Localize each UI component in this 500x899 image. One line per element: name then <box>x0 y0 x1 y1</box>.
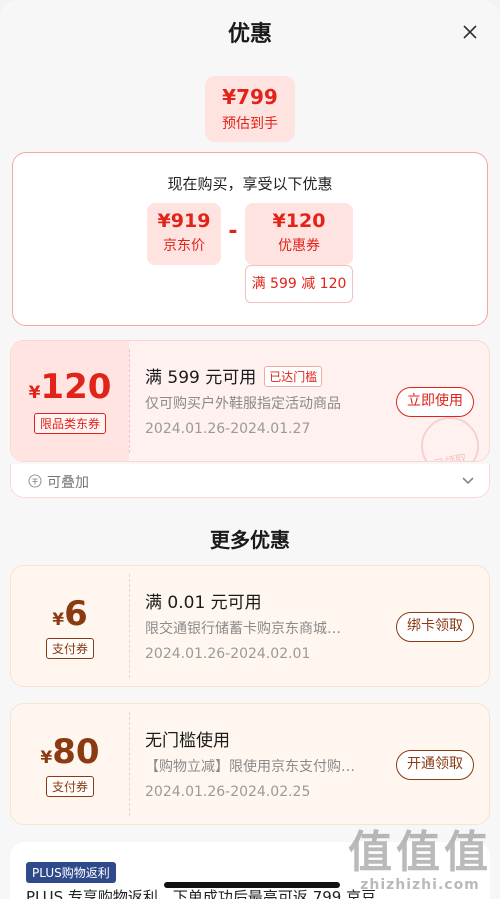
bind-card-claim-button[interactable]: 绑卡领取 <box>396 612 474 642</box>
more-offers-title: 更多优惠 <box>210 528 290 552</box>
coupon-title: 满 599 元可用 已达门槛 <box>145 363 323 388</box>
coupon-type-badge: 限品类东券 <box>33 413 107 434</box>
coupon-divider <box>129 349 130 453</box>
sheet-title: 优惠 <box>227 22 272 47</box>
currency-symbol: ¥ <box>28 383 41 403</box>
home-indicator[interactable] <box>164 882 340 888</box>
price-breakdown: 现在购买，享受以下优惠 ¥919 京东价 - ¥120 优惠券 满 599 减 … <box>12 152 488 326</box>
coupon-description: 【购物立减】限使用京东支付购… <box>145 759 355 775</box>
stack-info-icon <box>28 474 42 488</box>
coupon-amount-panel: ¥120 限品类东券 <box>11 341 129 461</box>
coupon-chip: ¥120 优惠券 <box>245 203 353 265</box>
currency-symbol: ¥ <box>52 610 65 630</box>
plus-rebate-badge: PLUS购物返利 <box>26 862 116 883</box>
claimed-stamp: 已领取 <box>421 417 479 462</box>
coupon-divider <box>129 712 130 816</box>
coupon-validity: 2024.01.26-2024.01.27 <box>145 421 311 437</box>
coupon-card-120: ¥120 限品类东券 满 599 元可用 已达门槛 仅可购买户外鞋服指定活动商品 … <box>10 340 490 462</box>
coupon-validity: 2024.01.26-2024.02.25 <box>145 784 311 800</box>
estimated-price-label: 预估到手 <box>222 116 278 132</box>
coupon-sheet: 优惠 ¥799 预估到手 现在购买，享受以下优惠 ¥919 京东价 - ¥120… <box>0 0 500 899</box>
sheet-header: 优惠 <box>0 0 500 64</box>
estimated-price-pill: ¥799 预估到手 <box>205 76 295 142</box>
coupon-description: 限交通银行储蓄卡购京东商城… <box>145 621 341 637</box>
threshold-tag: 满 599 减 120 <box>245 265 353 303</box>
coupon-title: 满 0.01 元可用 <box>145 593 262 613</box>
coupon-description: 仅可购买户外鞋服指定活动商品 <box>145 396 341 412</box>
watermark-logo: 值值值 <box>348 827 492 878</box>
close-button[interactable] <box>460 22 480 42</box>
coupon-type-badge: 支付券 <box>45 638 95 659</box>
site-watermark: 值值值 zhizhizhi.com <box>348 827 492 894</box>
coupon-amount-value: 120 <box>40 367 112 407</box>
claimed-stamp-text: 已领取 <box>432 451 468 462</box>
coupon-card-6: ¥6 支付券 满 0.01 元可用 限交通银行储蓄卡购京东商城… 2024.01… <box>10 565 490 687</box>
watermark-url: zhizhizhi.com <box>360 877 480 893</box>
coupon-chip-value: ¥120 <box>272 210 326 232</box>
coupon-type-badge: 支付券 <box>45 776 95 797</box>
stackable-row[interactable]: 可叠加 <box>10 464 490 498</box>
currency-symbol: ¥ <box>40 748 53 768</box>
coupon-title-text: 满 599 元可用 <box>145 368 257 388</box>
coupon-amount-value: 6 <box>64 594 88 634</box>
breakdown-headline: 现在购买，享受以下优惠 <box>167 175 333 193</box>
coupon-validity: 2024.01.26-2024.02.01 <box>145 646 311 662</box>
coupon-amount: ¥80 <box>11 732 129 772</box>
coupon-amount-panel: ¥6 支付券 <box>11 566 129 686</box>
minus-sign: - <box>228 219 238 244</box>
threshold-reached-badge: 已达门槛 <box>264 366 323 387</box>
coupon-title: 无门槛使用 <box>145 731 230 751</box>
coupon-chip-label: 优惠券 <box>278 238 320 254</box>
close-icon <box>463 25 477 39</box>
estimated-price: ¥799 <box>222 85 278 109</box>
coupon-amount-panel: ¥80 支付券 <box>11 704 129 824</box>
coupon-amount: ¥120 <box>11 367 129 407</box>
jd-price-value: ¥919 <box>157 210 211 232</box>
coupon-card-80: ¥80 支付券 无门槛使用 【购物立减】限使用京东支付购… 2024.01.26… <box>10 703 490 825</box>
coupon-amount-value: 80 <box>52 732 100 772</box>
jd-price-chip: ¥919 京东价 <box>147 203 221 265</box>
coupon-divider <box>129 574 130 678</box>
jd-price-label: 京东价 <box>163 238 205 254</box>
chevron-down-icon[interactable] <box>461 475 475 487</box>
activate-claim-button[interactable]: 开通领取 <box>396 750 474 780</box>
stackable-label: 可叠加 <box>47 475 89 491</box>
coupon-amount: ¥6 <box>11 594 129 634</box>
use-now-button[interactable]: 立即使用 <box>396 387 474 417</box>
